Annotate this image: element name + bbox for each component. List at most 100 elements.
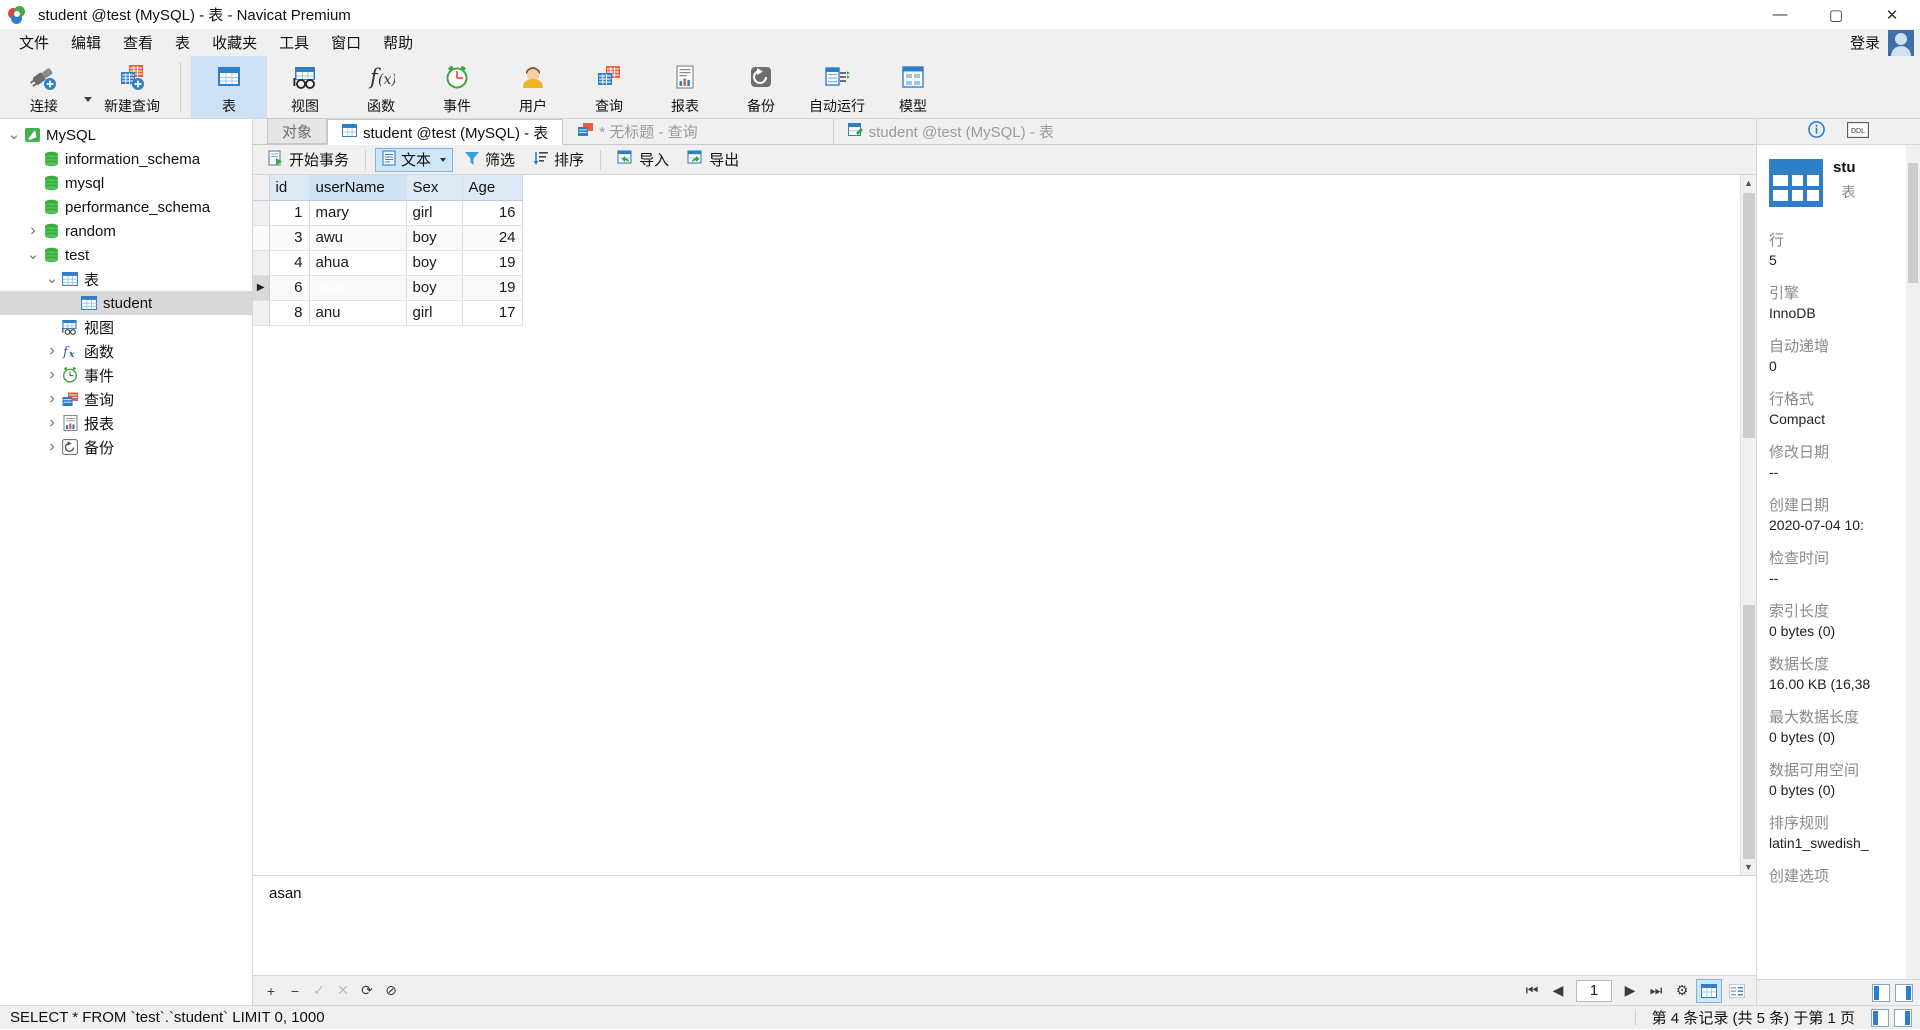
cell-id[interactable]: 1	[269, 200, 310, 226]
grid-view-toggle[interactable]	[1696, 978, 1722, 1003]
minimize-button[interactable]: —	[1752, 0, 1808, 29]
connection-dropdown-caret-icon[interactable]	[84, 96, 92, 102]
column-header-id[interactable]: id	[269, 175, 310, 201]
table-row[interactable]: 3 awu boy 24	[253, 225, 523, 251]
next-page-button[interactable]: ▶	[1618, 979, 1642, 1003]
menu-tools[interactable]: 工具	[268, 29, 320, 56]
grid-scroll-thumb-lower[interactable]	[1743, 605, 1755, 875]
sidebar-item-mysql[interactable]: ⌄ MySQL	[0, 123, 252, 147]
table-row[interactable]: 1 mary girl 16	[253, 200, 523, 226]
sidebar-item--[interactable]: › 报表	[0, 411, 252, 435]
column-header-username[interactable]: userName	[309, 175, 407, 201]
cell-age[interactable]: 19	[462, 275, 523, 301]
chevron-down-icon[interactable]: ⌄	[6, 127, 22, 142]
sidebar-item-performance_schema[interactable]: performance_schema	[0, 195, 252, 219]
cell-username[interactable]: anu	[309, 300, 407, 326]
menu-table[interactable]: 表	[164, 29, 201, 56]
toolbar-model[interactable]: 模型	[875, 56, 951, 118]
row-marker[interactable]	[253, 300, 270, 326]
tab-untitled-query[interactable]: * 无标题 - 查询	[563, 118, 712, 144]
grid-vertical-scrollbar[interactable]: ▲ ▼	[1740, 175, 1756, 875]
cell-sex[interactable]: boy	[406, 250, 463, 276]
menu-edit[interactable]: 编辑	[60, 29, 112, 56]
column-header-age[interactable]: Age	[462, 175, 523, 201]
table-row[interactable]: 4 ahua boy 19	[253, 250, 523, 276]
cell-age[interactable]: 19	[462, 250, 523, 276]
toolbar-function[interactable]: f (x) 函数	[343, 56, 419, 118]
data-grid-area[interactable]: id userName Sex Age 1 mary girl 16 3 awu boy 24 4 ahu…	[253, 175, 1740, 875]
cell-sex[interactable]: girl	[406, 200, 463, 226]
panel-layout-left-toggle[interactable]	[1872, 983, 1890, 1002]
sidebar-item--[interactable]: › 事件	[0, 363, 252, 387]
toolbar-report[interactable]: 报表	[647, 56, 723, 118]
chevron-right-icon[interactable]: ›	[44, 366, 60, 384]
menu-file[interactable]: 文件	[8, 29, 60, 56]
menu-view[interactable]: 查看	[112, 29, 164, 56]
cell-id[interactable]: 4	[269, 250, 310, 276]
info-scroll-thumb[interactable]	[1908, 163, 1918, 283]
page-number-input[interactable]: 1	[1576, 979, 1612, 1002]
data-grid[interactable]: id userName Sex Age 1 mary girl 16 3 awu boy 24 4 ahu…	[253, 175, 523, 326]
toolbar-new-query[interactable]: 新建查询	[94, 56, 170, 118]
sidebar-item-information_schema[interactable]: information_schema	[0, 147, 252, 171]
close-button[interactable]: ✕	[1864, 0, 1920, 29]
toolbar-event[interactable]: 事件	[419, 56, 495, 118]
ddl-icon[interactable]: DDL	[1847, 121, 1869, 142]
chevron-right-icon[interactable]: ›	[44, 438, 60, 456]
status-layout-left-toggle[interactable]	[1871, 1008, 1889, 1027]
menu-help[interactable]: 帮助	[372, 29, 424, 56]
tab-student-table[interactable]: student @test (MySQL) - 表	[327, 119, 564, 145]
row-marker[interactable]	[253, 250, 270, 276]
sidebar-item-student[interactable]: student	[0, 291, 252, 315]
cell-age[interactable]: 16	[462, 200, 523, 226]
settings-button[interactable]: ⚙	[1670, 979, 1694, 1003]
grid-scroll-thumb[interactable]	[1743, 193, 1755, 438]
export-button[interactable]: 导出	[680, 148, 746, 172]
cell-sex[interactable]: girl	[406, 300, 463, 326]
sort-button[interactable]: 排序	[526, 148, 591, 172]
stop-button[interactable]: ⊘	[379, 979, 403, 1003]
chevron-right-icon[interactable]: ›	[25, 222, 41, 240]
filter-button[interactable]: 筛选	[457, 148, 522, 172]
row-marker[interactable]: ▶	[253, 275, 270, 301]
sidebar-tree[interactable]: ⌄ MySQL information_schema mysql performance…	[0, 119, 253, 1005]
cell-sex[interactable]: boy	[406, 225, 463, 251]
avatar[interactable]	[1888, 29, 1914, 56]
sidebar-item-test[interactable]: ⌄ test	[0, 243, 252, 267]
toolbar-query[interactable]: 查询	[571, 56, 647, 118]
chevron-down-icon[interactable]: ⌄	[44, 271, 60, 286]
column-header-sex[interactable]: Sex	[406, 175, 463, 201]
table-row[interactable]: ▶ 6 asan boy 19	[253, 275, 523, 301]
scroll-up-arrow-icon[interactable]: ▲	[1741, 175, 1756, 191]
toolbar-backup[interactable]: 备份	[723, 56, 799, 118]
table-row[interactable]: 8 anu girl 17	[253, 300, 523, 326]
cell-age[interactable]: 17	[462, 300, 523, 326]
cell-username[interactable]: mary	[309, 200, 407, 226]
scroll-down-arrow-icon[interactable]: ▼	[1741, 859, 1756, 875]
cell-age[interactable]: 24	[462, 225, 523, 251]
sidebar-item--[interactable]: 视图	[0, 315, 252, 339]
cell-username[interactable]: ahua	[309, 250, 407, 276]
info-panel-body[interactable]: stu 表 行 5 引擎 InnoDB 自动递增 0 行格式 Compact 修改日期 -- 创建日…	[1757, 145, 1920, 979]
info-panel-scrollbar[interactable]	[1906, 145, 1920, 979]
sidebar-item-random[interactable]: › random	[0, 219, 252, 243]
tab-objects[interactable]: 对象	[267, 118, 328, 144]
cell-username[interactable]: awu	[309, 225, 407, 251]
prev-page-button[interactable]: ◀	[1546, 979, 1570, 1003]
cell-id[interactable]: 6	[269, 275, 310, 301]
first-page-button[interactable]: ⏮	[1520, 979, 1544, 1003]
text-button[interactable]: 文本	[375, 147, 454, 172]
toolbar-user[interactable]: 用户	[495, 56, 571, 118]
cell-id[interactable]: 3	[269, 225, 310, 251]
cell-editor[interactable]: asan	[253, 875, 1756, 975]
cell-username[interactable]: asan	[309, 275, 407, 301]
login-area[interactable]: 登录	[1850, 29, 1920, 56]
chevron-down-icon[interactable]: ⌄	[25, 247, 41, 262]
toolbar-table[interactable]: 表	[191, 56, 267, 118]
confirm-record-button[interactable]: ✓	[307, 979, 331, 1003]
toolbar-connection[interactable]: 连接	[6, 56, 82, 118]
toolbar-view[interactable]: 视图	[267, 56, 343, 118]
status-layout-right-toggle[interactable]	[1894, 1008, 1912, 1027]
chevron-right-icon[interactable]: ›	[44, 342, 60, 360]
chevron-right-icon[interactable]: ›	[44, 414, 60, 432]
